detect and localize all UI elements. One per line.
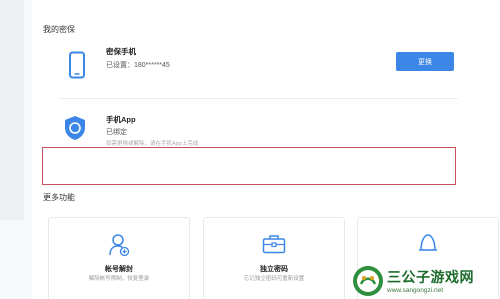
highlight-box xyxy=(42,147,456,185)
site-watermark: 三公子游戏网 www.sangongzi.net xyxy=(352,262,500,299)
divider xyxy=(58,98,458,99)
security-section-title: 我的密保 xyxy=(43,25,75,34)
phone-icon xyxy=(64,49,90,81)
watermark-title: 三公子游戏网 xyxy=(387,269,474,285)
card-desc: 忘记独立密码可重新设置 xyxy=(243,276,305,282)
change-phone-button[interactable]: 更换 xyxy=(396,52,454,71)
user-add-icon xyxy=(108,233,130,262)
briefcase-icon xyxy=(262,234,286,259)
card-account-unblock[interactable]: 帐号解封 解除帐号限制，恢复登录 xyxy=(48,217,190,299)
card-desc: 解除帐号限制，恢复登录 xyxy=(88,276,150,282)
card-independent-password[interactable]: 独立密码 忘记独立密码可重新设置 xyxy=(203,217,345,299)
app-status: 已绑定 xyxy=(106,129,127,136)
watermark-url: www.sangongzi.net xyxy=(387,287,444,294)
app-title: 手机App xyxy=(106,115,136,124)
app-note: 如需更换或解除，请在手机App上完成 xyxy=(106,141,199,147)
more-section-title: 更多功能 xyxy=(43,193,75,202)
card-title: 帐号解封 xyxy=(105,266,133,273)
shield-icon xyxy=(62,112,88,144)
phone-status: 已设置：180******45 xyxy=(106,62,170,69)
phone-title: 密保手机 xyxy=(106,47,136,56)
watermark-logo xyxy=(353,265,383,296)
left-sidebar-strip xyxy=(0,0,24,220)
person-outline-icon xyxy=(417,232,439,259)
card-title: 独立密码 xyxy=(260,266,288,273)
